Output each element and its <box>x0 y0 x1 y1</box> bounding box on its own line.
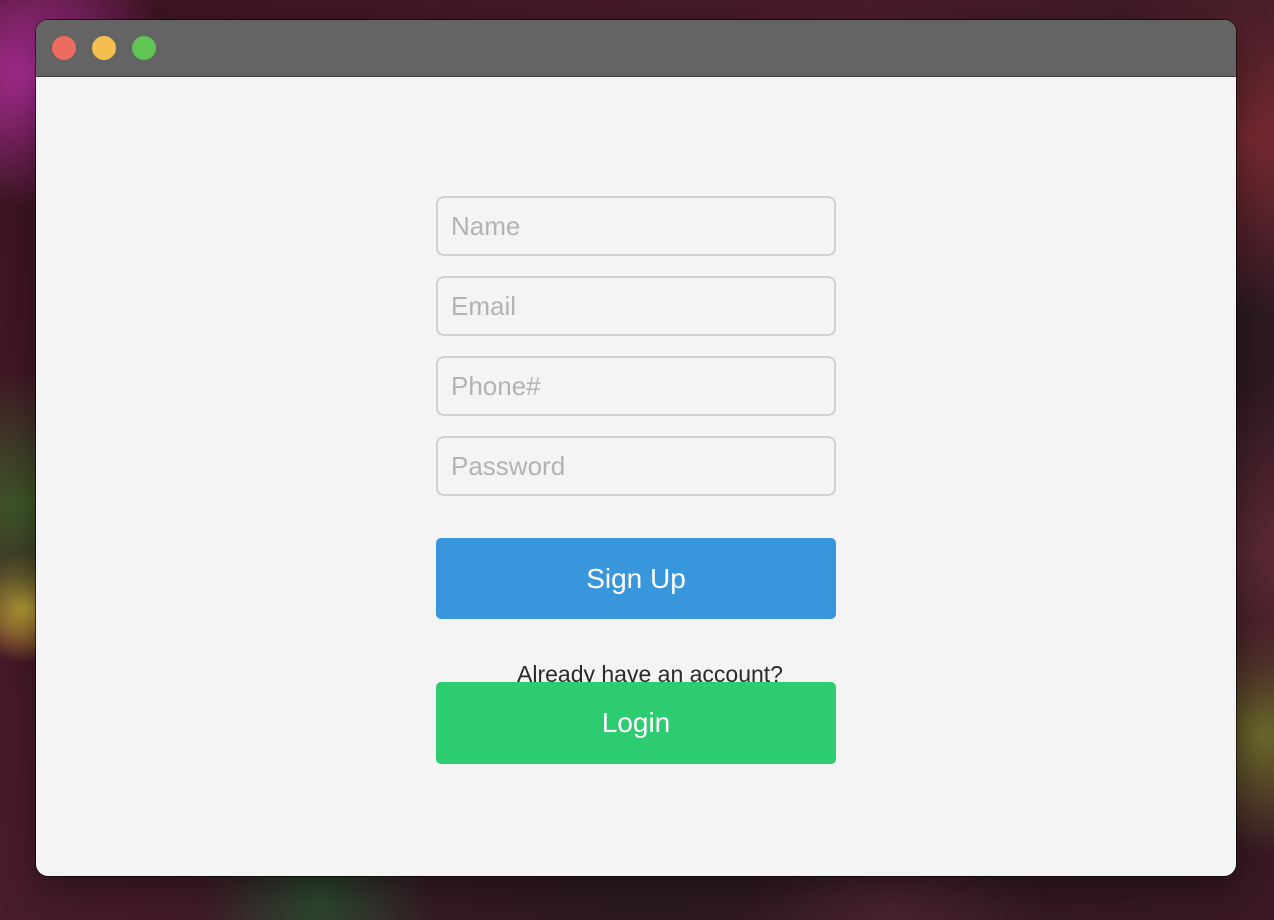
login-button[interactable]: Login <box>436 682 836 764</box>
minimize-window-button[interactable] <box>92 36 116 60</box>
title-bar[interactable] <box>36 20 1236 77</box>
app-window: Sign Up Already have an account? Login <box>36 20 1236 876</box>
phone-field[interactable] <box>436 356 836 416</box>
login-button-label: Login <box>601 707 671 738</box>
email-field[interactable] <box>436 276 836 336</box>
zoom-window-button[interactable] <box>132 36 156 60</box>
sign-up-button[interactable]: Sign Up <box>436 538 836 619</box>
close-window-button[interactable] <box>52 36 76 60</box>
name-field[interactable] <box>436 196 836 256</box>
password-field[interactable] <box>436 436 836 496</box>
signup-form: Sign Up Already have an account? Login <box>36 77 1236 876</box>
sign-up-button-label: Sign Up <box>586 562 686 594</box>
